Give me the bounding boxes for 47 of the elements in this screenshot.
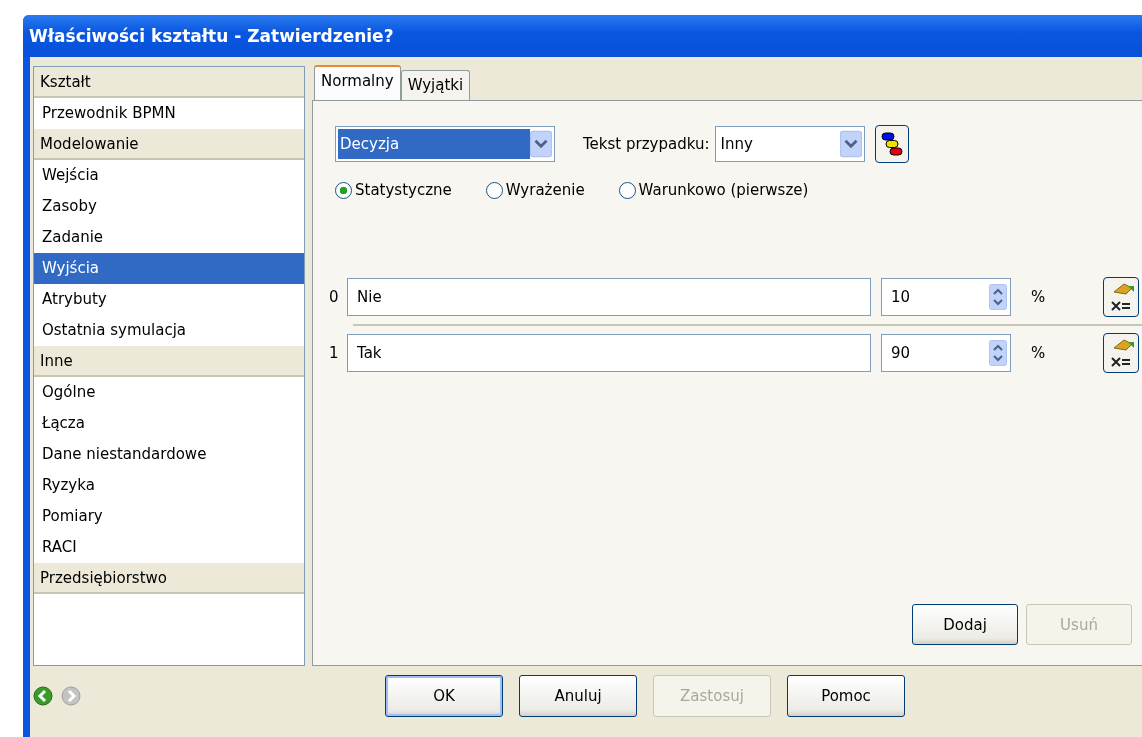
sidebar-item[interactable]: Pomiary <box>34 501 304 532</box>
unit-label: % <box>1031 344 1047 362</box>
spinner-arrows-icon[interactable] <box>989 338 1007 368</box>
sidebar-item[interactable]: Zasoby <box>34 191 304 222</box>
unit-label: % <box>1031 288 1047 306</box>
sidebar-group-header[interactable]: Modelowanie <box>34 129 304 160</box>
sidebar-item[interactable]: Ogólne <box>34 377 304 408</box>
name-field[interactable]: Nie <box>347 278 871 316</box>
radio-button[interactable] <box>618 181 636 199</box>
case-text-dropdown[interactable]: Inny <box>715 126 866 162</box>
sidebar-group-header[interactable]: Inne <box>34 346 304 377</box>
percent-spinner[interactable]: 10 <box>881 278 1011 316</box>
spinner-arrows-icon[interactable] <box>989 282 1007 312</box>
color-shapes-button[interactable] <box>875 125 910 163</box>
sidebar-item[interactable]: RACI <box>34 532 304 563</box>
sidebar-item[interactable]: Wejścia <box>34 160 304 191</box>
sidebar-item[interactable]: Łącza <box>34 408 304 439</box>
row-index: 1 <box>329 344 340 362</box>
sidebar-item[interactable]: Zadanie <box>34 222 304 253</box>
expression-button[interactable] <box>1103 277 1139 317</box>
sidebar-group-header[interactable]: Przedsiębiorstwo <box>34 563 304 594</box>
sidebar-item[interactable]: Ryzyka <box>34 470 304 501</box>
sidebar-item[interactable]: Atrybuty <box>34 284 304 315</box>
dialog-button[interactable]: Dodaj <box>912 604 1018 645</box>
tab[interactable]: Wyjątki <box>400 70 471 100</box>
row-index: 0 <box>329 288 340 306</box>
name-field[interactable]: Tak <box>347 334 871 372</box>
radio-label: Wyrażenie <box>505 181 585 199</box>
radio-button[interactable] <box>485 181 503 199</box>
dialog-button[interactable]: Pomoc <box>787 675 905 717</box>
sidebar-item[interactable]: Przewodnik BPMN <box>34 98 304 129</box>
dialog-button[interactable]: Anuluj <box>519 675 637 717</box>
percent-spinner[interactable]: 90 <box>881 334 1011 372</box>
expression-button[interactable] <box>1103 333 1139 373</box>
dialog-button[interactable]: OK <box>385 675 503 717</box>
sidebar-item[interactable]: Dane niestandardowe <box>34 439 304 470</box>
type-dropdown[interactable]: Decyzja <box>335 126 555 162</box>
case-text-label: Tekst przypadku: <box>583 135 710 153</box>
sidebar-item[interactable]: Ostatnia symulacja <box>34 315 304 346</box>
window-title: Właściwości kształtu - Zatwierdzenie? <box>29 26 394 46</box>
sidebar-item[interactable]: Wyjścia <box>34 253 304 284</box>
tab[interactable]: Normalny <box>314 65 401 100</box>
radio-label: Statystyczne <box>355 181 452 199</box>
colored-shapes-icon <box>880 131 905 157</box>
sidebar-group-header[interactable]: Kształt <box>34 67 304 98</box>
radio-button[interactable] <box>335 181 352 199</box>
radio-label: Warunkowo (pierwsze) <box>638 181 809 199</box>
